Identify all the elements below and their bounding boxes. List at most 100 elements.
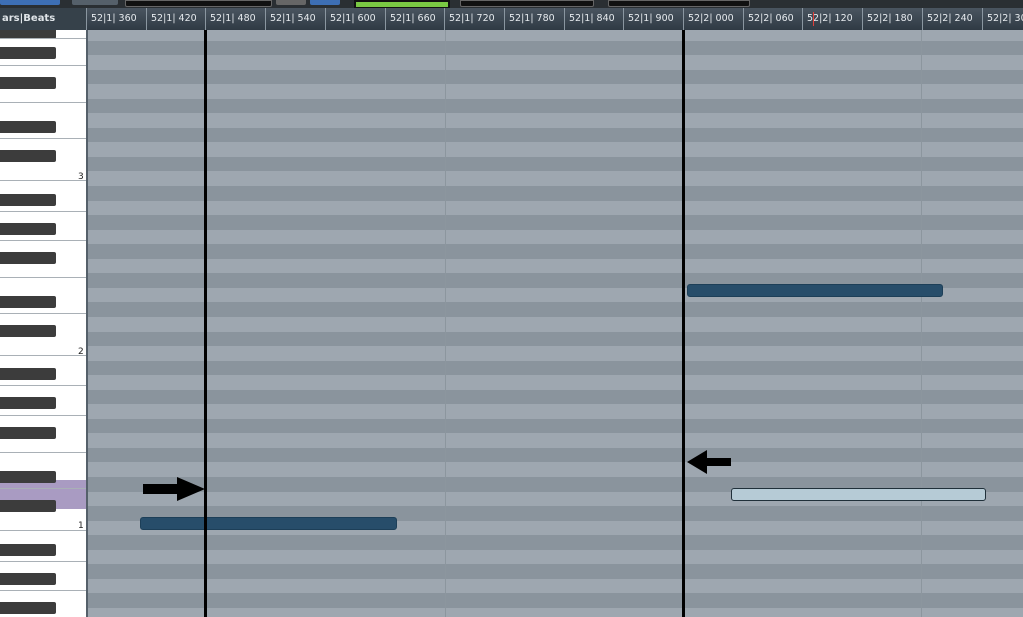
white-key-divider (0, 415, 86, 416)
grid-row (88, 98, 1023, 114)
white-key-divider (0, 590, 86, 591)
ruler-label: 52|1| 780 (509, 13, 555, 24)
white-key-divider (0, 355, 86, 356)
black-key[interactable] (0, 194, 56, 206)
white-key-divider (0, 561, 86, 562)
white-key-divider (0, 313, 86, 314)
ruler-tick (86, 8, 87, 30)
note-2[interactable] (687, 284, 943, 297)
selection-start-line[interactable] (204, 30, 207, 617)
ruler-label: 52|1| 480 (210, 13, 256, 24)
note-1[interactable] (140, 517, 397, 530)
white-key-divider (0, 65, 86, 66)
white-key-divider (0, 277, 86, 278)
black-key[interactable] (0, 223, 56, 235)
grid-row (88, 40, 1023, 56)
tool-button-3[interactable] (276, 0, 306, 5)
ruler-tick (743, 8, 744, 30)
left-arrow-icon (687, 450, 731, 474)
ruler-tick (862, 8, 863, 30)
tool-field-3[interactable] (608, 0, 750, 7)
black-key[interactable] (0, 47, 56, 59)
grid-row (88, 360, 1023, 376)
ruler-label: 52|1| 840 (569, 13, 615, 24)
grid-beat-line (921, 30, 922, 617)
grid-row (88, 535, 1023, 550)
ruler-tick (385, 8, 386, 30)
white-key-divider (0, 488, 86, 489)
black-key[interactable] (0, 427, 56, 439)
ruler-label: 52|1| 420 (151, 13, 197, 24)
grid-row (88, 215, 1023, 230)
grid-row (88, 302, 1023, 317)
octave-label: 3 (78, 172, 84, 182)
timeline-ruler[interactable]: 52|1| 360 52|1| 420 52|1| 480 52|1| 540 52|1… (0, 8, 1023, 31)
ruler-label: 52|1| 600 (330, 13, 376, 24)
black-key[interactable] (0, 296, 56, 308)
ruler-tick (325, 8, 326, 30)
tool-button-1[interactable] (0, 0, 60, 5)
white-key-divider (0, 530, 86, 531)
white-key-divider (0, 240, 86, 241)
black-key[interactable] (0, 121, 56, 133)
black-key[interactable] (0, 368, 56, 380)
ruler-label: 52|1| 720 (449, 13, 495, 24)
white-key-divider (0, 211, 86, 212)
black-key[interactable] (0, 602, 56, 614)
grid-row (88, 331, 1023, 347)
ruler-tick (205, 8, 206, 30)
note-3[interactable] (731, 488, 986, 501)
tool-button-4[interactable] (310, 0, 340, 5)
ruler-tick (623, 8, 624, 30)
piano-keyboard[interactable]: 3 2 1 (0, 30, 88, 617)
grid-row (88, 389, 1023, 405)
black-key[interactable] (0, 325, 56, 337)
black-key[interactable] (0, 500, 56, 512)
white-key-divider (0, 102, 86, 103)
ruler-label: 52|2| 300 (987, 13, 1023, 24)
ruler-tick (564, 8, 565, 30)
ruler-tick (683, 8, 684, 30)
ruler-title: ars|Beats (0, 8, 86, 30)
grid-row (88, 593, 1023, 608)
ruler-label: 52|1| 660 (390, 13, 436, 24)
ruler-tick (802, 8, 803, 30)
octave-label: 1 (78, 521, 84, 531)
white-key-divider (0, 180, 86, 181)
white-key-divider (0, 38, 86, 39)
ruler-label: 52|2| 180 (867, 13, 913, 24)
selection-end-line[interactable] (682, 30, 685, 617)
tool-field-2[interactable] (460, 0, 594, 7)
grid-row (88, 418, 1023, 434)
grid-row (88, 564, 1023, 579)
white-key-divider (0, 452, 86, 453)
ruler-tick (265, 8, 266, 30)
grid-row (88, 127, 1023, 143)
ruler-tick (504, 8, 505, 30)
black-key[interactable] (0, 544, 56, 556)
ruler-label: 52|1| 360 (91, 13, 137, 24)
grid-mode-toggle[interactable] (354, 0, 450, 8)
tool-field-1[interactable] (125, 0, 272, 7)
black-key[interactable] (0, 252, 56, 264)
grid-row (88, 244, 1023, 259)
black-key[interactable] (0, 150, 56, 162)
grid-beat-line (445, 30, 446, 617)
ruler-label: 52|2| 240 (927, 13, 973, 24)
tool-button-2[interactable] (72, 0, 118, 5)
white-key-divider (0, 138, 86, 139)
ruler-label: 52|2| 060 (748, 13, 794, 24)
ruler-tick (444, 8, 445, 30)
right-arrow-icon (143, 477, 205, 501)
top-toolbar (0, 0, 1023, 8)
white-key-divider (0, 385, 86, 386)
black-key[interactable] (0, 77, 56, 89)
ruler-label: 52|2| 000 (688, 13, 734, 24)
ruler-tick (146, 8, 147, 30)
grid-row (88, 156, 1023, 172)
ruler-red-marker (813, 12, 814, 26)
black-key[interactable] (0, 573, 56, 585)
black-key[interactable] (0, 471, 56, 483)
grid-row (88, 69, 1023, 85)
black-key[interactable] (0, 397, 56, 409)
